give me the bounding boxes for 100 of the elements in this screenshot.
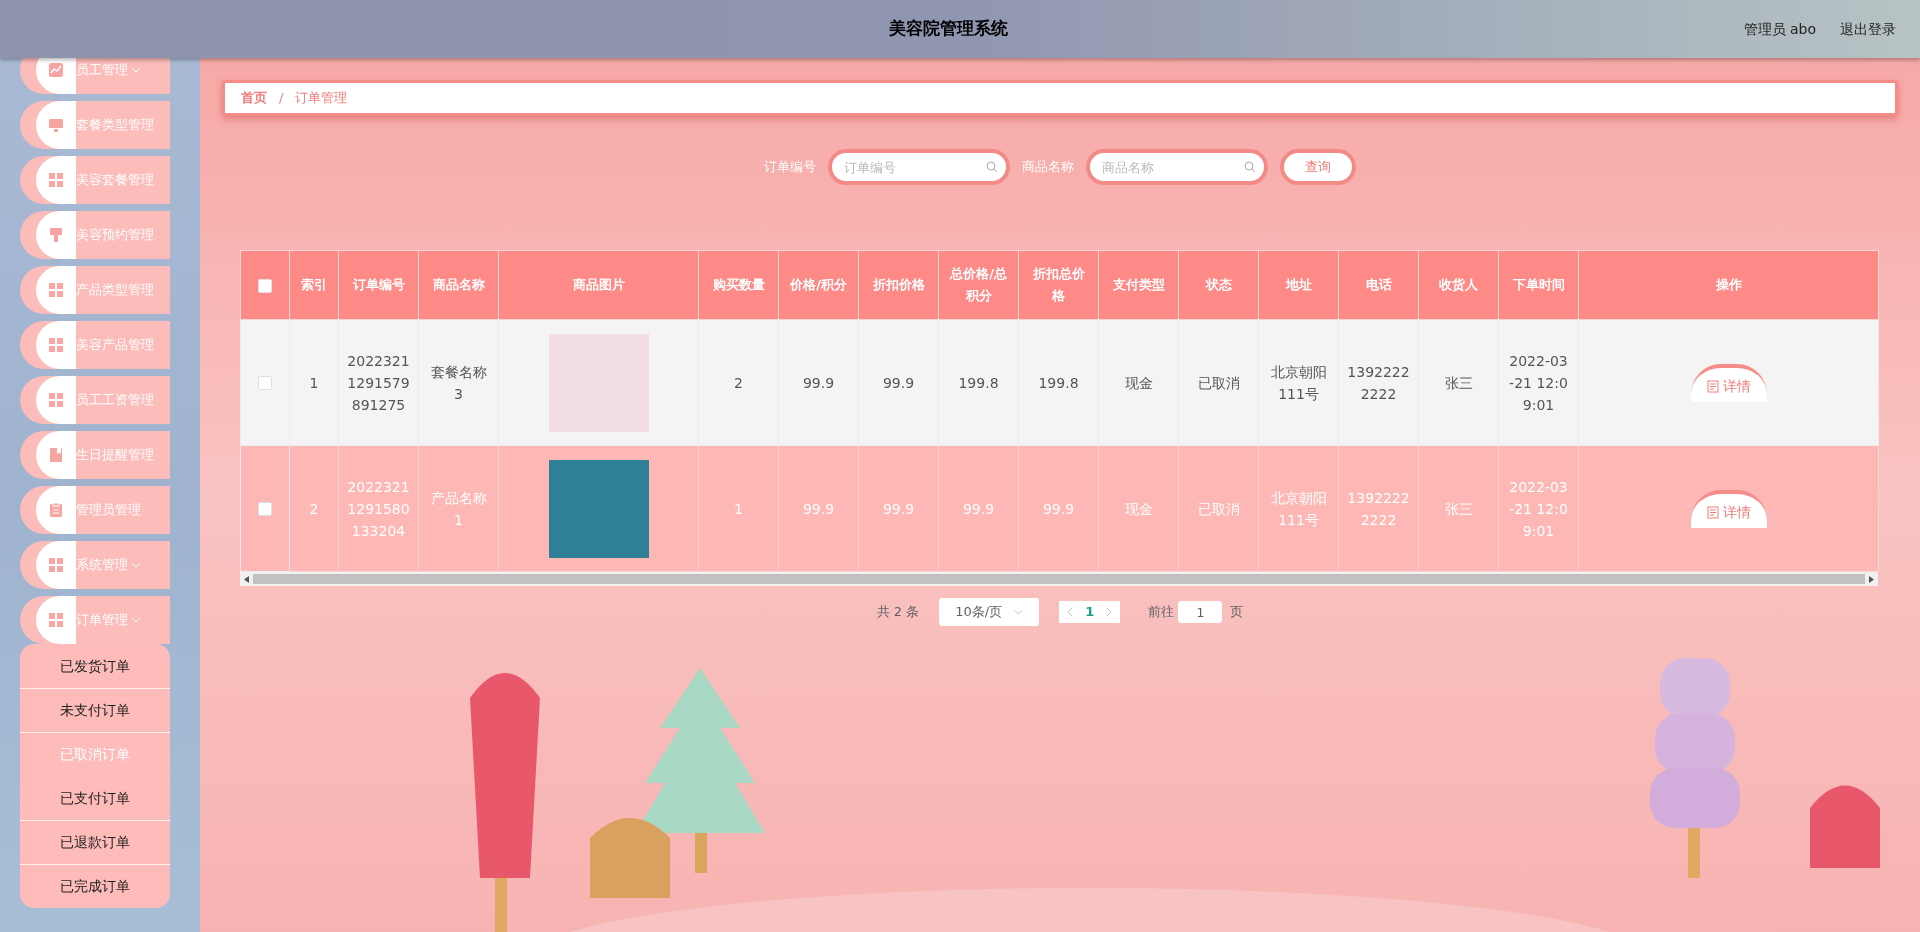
table-cell: 现金 — [1124, 374, 1153, 391]
menu-item[interactable]: 套餐类型管理 — [20, 101, 170, 149]
search-field[interactable]: 商品名称 — [1086, 149, 1268, 185]
table-cell: 199.8 — [1038, 374, 1079, 391]
page-input[interactable]: 1 — [1178, 601, 1223, 623]
column-header: 商品图片 — [572, 277, 625, 292]
scroll-left-icon[interactable] — [244, 575, 249, 583]
column-header: 订单编号 — [352, 277, 405, 292]
menu-item[interactable]: 产品类型管理 — [20, 266, 170, 314]
column-header: 状态 — [1205, 277, 1232, 292]
field-label: 商品名称 — [1022, 158, 1074, 177]
checkbox[interactable] — [258, 502, 272, 516]
previous-page-icon[interactable] — [1067, 607, 1074, 617]
search-field[interactable]: 订单编号 — [828, 149, 1010, 185]
page-size-select[interactable]: 10条/页 — [939, 598, 1040, 626]
table-cell: 北京朝阳111号 — [1270, 489, 1327, 528]
chevron-down-icon — [131, 617, 141, 623]
detail-button[interactable]: 详情 — [1690, 363, 1767, 402]
grid-icon — [48, 612, 64, 628]
checkbox[interactable] — [258, 376, 272, 390]
menu-item[interactable]: 订单管理 — [20, 596, 170, 644]
breadcrumb-link[interactable]: 首页 — [241, 88, 267, 108]
table-cell: 2 — [734, 374, 743, 391]
submenu-item[interactable]: 已取消订单 — [20, 732, 170, 776]
chevron-down-icon — [131, 67, 141, 73]
document-icon — [1706, 506, 1719, 519]
detail-button[interactable]: 详情 — [1690, 489, 1767, 528]
search-icon — [986, 161, 998, 173]
table-cell: 99.9 — [1042, 500, 1075, 517]
column-header: 操作 — [1715, 277, 1742, 292]
app-title: 美容院管理系统 — [888, 17, 1008, 41]
submenu-item[interactable]: 已发货订单 — [20, 644, 170, 688]
chevron-down-icon — [131, 562, 141, 568]
search-icon — [1244, 161, 1256, 173]
book-icon — [48, 447, 64, 463]
clipboard-icon — [48, 502, 64, 518]
table-cell: 已取消 — [1197, 500, 1240, 517]
menu-item[interactable]: 生日提醒管理 — [20, 431, 170, 479]
table-cell: 99.9 — [962, 500, 995, 517]
table-cell: 2022-03-21 12:09:01 — [1509, 352, 1568, 413]
table-cell: 2 — [309, 500, 319, 517]
column-header: 索引 — [301, 277, 327, 292]
column-header: 折扣总价格 — [1032, 266, 1085, 303]
table-cell: 99.9 — [802, 374, 835, 391]
column-header: 购买数量 — [712, 277, 765, 292]
grid-icon — [48, 392, 64, 408]
horizontal-scrollbar[interactable] — [240, 572, 1878, 586]
menu-item[interactable]: 美容产品管理 — [20, 321, 170, 369]
table-cell: 13922222222 — [1347, 363, 1410, 402]
table-cell: 已取消 — [1197, 374, 1240, 391]
table-cell: 99.9 — [882, 500, 915, 517]
column-header: 折扣价格 — [872, 277, 925, 292]
grid-icon — [48, 172, 64, 188]
field-label: 订单编号 — [764, 158, 816, 177]
chevron-down-icon — [1014, 609, 1024, 615]
chart-icon — [48, 62, 64, 78]
table-cell: 2022-03-21 12:09:01 — [1509, 478, 1568, 539]
monitor-icon — [48, 117, 64, 133]
logout-link[interactable]: 退出登录 — [1840, 18, 1896, 40]
next-page-icon[interactable] — [1106, 607, 1113, 617]
menu-item[interactable]: 管理员管理 — [20, 486, 170, 534]
submenu-item[interactable]: 已完成订单 — [20, 864, 170, 908]
total-count: 共 2 条 — [876, 603, 920, 622]
table-cell: 北京朝阳111号 — [1270, 363, 1327, 402]
menu-item[interactable]: 系统管理 — [20, 541, 170, 589]
column-header: 商品名称 — [432, 277, 485, 292]
page-number[interactable]: 1 — [1085, 602, 1095, 622]
table-cell: 1 — [309, 374, 319, 391]
query-button[interactable]: 查询 — [1280, 149, 1356, 185]
grid-icon — [48, 557, 64, 573]
menu-item[interactable]: 员工工资管理 — [20, 376, 170, 424]
grid-icon — [48, 282, 64, 298]
document-icon — [1706, 380, 1719, 393]
menu-item[interactable]: 美容预约管理 — [20, 211, 170, 259]
table-cell: 产品名称1 — [430, 489, 487, 528]
goto-label: 前往 — [1148, 603, 1175, 622]
table-cell: 套餐名称3 — [430, 363, 487, 402]
checkbox[interactable] — [258, 278, 272, 293]
menu-item[interactable]: 美容套餐管理 — [20, 156, 170, 204]
table-cell: 20223211291580133204 — [347, 478, 410, 539]
column-header: 价格/积分 — [790, 277, 847, 292]
grid-icon — [48, 337, 64, 353]
user-name: 管理员 abo — [1743, 19, 1816, 39]
table-cell: 张三 — [1444, 374, 1473, 391]
table-cell: 99.9 — [802, 500, 835, 517]
column-header: 总价格/总积分 — [950, 266, 1007, 303]
table-cell: 20223211291579891275 — [347, 352, 410, 413]
breadcrumb-separator: / — [279, 89, 284, 108]
submenu-item[interactable]: 已支付订单 — [20, 776, 170, 820]
breadcrumb-link[interactable]: 订单管理 — [295, 88, 348, 108]
table-cell: 99.9 — [882, 374, 915, 391]
menu-item[interactable]: 员工管理 — [20, 58, 170, 94]
column-header: 电话 — [1365, 277, 1392, 292]
table-cell: 1 — [734, 500, 743, 517]
scroll-right-icon[interactable] — [1869, 575, 1874, 583]
submenu-item[interactable]: 已退款订单 — [20, 820, 170, 864]
submenu-item[interactable]: 未支付订单 — [20, 688, 170, 732]
column-header: 地址 — [1285, 277, 1312, 292]
column-header: 支付类型 — [1112, 277, 1165, 292]
column-header: 收货人 — [1439, 277, 1478, 292]
